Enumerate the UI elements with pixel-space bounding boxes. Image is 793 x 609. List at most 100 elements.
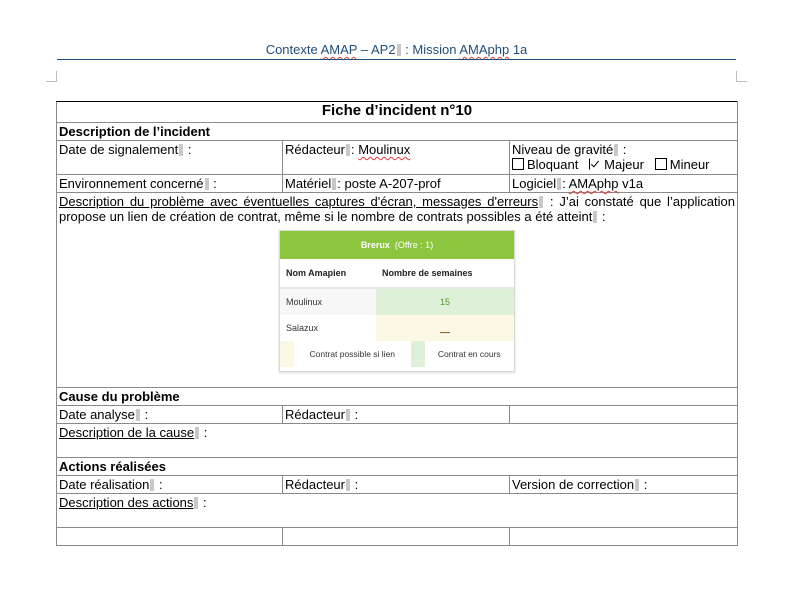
legend-current: Contrat en cours bbox=[437, 348, 501, 359]
field-marker bbox=[345, 144, 350, 156]
create-contract-link[interactable]: __ bbox=[440, 323, 450, 333]
value-materiel: poste A-207-prof bbox=[344, 176, 441, 191]
screenshot-title: Brerux bbox=[360, 240, 390, 250]
crop-mark-left bbox=[46, 71, 57, 82]
cell-date-analyse[interactable]: Date analyse : bbox=[56, 405, 283, 424]
embedded-screenshot: Brerux (Offre : 1) Nom Amapien Nombre de… bbox=[279, 230, 515, 372]
cell-logiciel[interactable]: Logiciel: AMAphp v1a bbox=[509, 174, 738, 193]
label-logiciel: Logiciel bbox=[512, 176, 557, 191]
page-header-title: Contexte AMAP – AP2 : Mission AMAphp 1a bbox=[57, 42, 736, 57]
checkbox-mineur[interactable] bbox=[654, 158, 667, 170]
header-middle: – AP2 bbox=[357, 42, 396, 57]
section-actions: Actions réalisées bbox=[56, 457, 738, 476]
label-date-signalement: Date de signalement bbox=[59, 142, 179, 157]
crop-mark-right bbox=[736, 71, 747, 82]
label-date-realisation: Date réalisation bbox=[59, 477, 150, 492]
field-marker bbox=[204, 178, 209, 190]
cell-redacteur-cause[interactable]: Rédacteur : bbox=[282, 405, 510, 424]
colon: : bbox=[155, 477, 163, 492]
section-cause: Cause du problème bbox=[56, 387, 738, 406]
field-marker bbox=[150, 479, 155, 491]
cell-description-actions[interactable]: Description des actions : bbox=[56, 493, 738, 528]
field-marker bbox=[539, 196, 544, 208]
value-redacteur: Moulinux bbox=[358, 142, 411, 157]
label-materiel: Matériel bbox=[285, 176, 332, 191]
value-logiciel-app: AMAphp bbox=[568, 176, 619, 191]
cell-description-probleme[interactable]: Description du problème avec éventuelles… bbox=[56, 192, 738, 388]
field-marker bbox=[614, 144, 619, 156]
label-niveau-gravite: Niveau de gravité bbox=[512, 142, 614, 157]
cell-description-cause[interactable]: Description de la cause : bbox=[56, 423, 738, 458]
label-description-cause: Description de la cause bbox=[59, 425, 195, 440]
label-majeur: Majeur bbox=[604, 157, 644, 172]
cell-redacteur-actions[interactable]: Rédacteur : bbox=[282, 475, 510, 494]
colon: : bbox=[598, 209, 606, 224]
value-logiciel-version: v1a bbox=[618, 176, 644, 191]
col-nom-amapien: Nom Amapien bbox=[280, 259, 376, 289]
cell-version-correction[interactable]: Version de correction : bbox=[509, 475, 738, 494]
label-redacteur: Rédacteur bbox=[285, 142, 345, 157]
colon: : bbox=[350, 477, 359, 492]
field-marker bbox=[593, 211, 598, 223]
colon: : bbox=[199, 495, 207, 510]
cell-redacteur[interactable]: Rédacteur: Moulinux bbox=[282, 140, 510, 175]
cell-empty[interactable] bbox=[509, 527, 738, 546]
colon: : bbox=[350, 407, 359, 422]
screenshot-table: Nom Amapien Nombre de semaines Moulinux … bbox=[280, 259, 514, 341]
label-redacteur: Rédacteur bbox=[285, 407, 345, 422]
legend-possible: Contrat possible si lien bbox=[309, 348, 396, 359]
header-amap: AMAP bbox=[320, 42, 358, 57]
cell-date-realisation[interactable]: Date réalisation : bbox=[56, 475, 283, 494]
table-row: Moulinux 15 bbox=[280, 288, 514, 315]
cell-date-signalement[interactable]: Date de signalement : bbox=[56, 140, 283, 175]
label-environnement: Environnement concerné bbox=[59, 176, 204, 191]
cell-empty[interactable] bbox=[282, 527, 510, 546]
colon: : bbox=[619, 142, 627, 157]
col-nombre-semaines: Nombre de semaines bbox=[376, 259, 514, 289]
cell-materiel[interactable]: Matériel: poste A-207-prof bbox=[282, 174, 510, 193]
cell-empty[interactable] bbox=[56, 527, 283, 546]
legend-swatch-possible bbox=[280, 341, 294, 367]
cell-weeks: 15 bbox=[376, 288, 514, 315]
table-row: Salazux __ bbox=[280, 315, 514, 341]
cell-name: Salazux bbox=[280, 315, 376, 341]
header-amaphp: AMAphp bbox=[459, 42, 510, 57]
form-title: Fiche d’incident n°10 bbox=[56, 101, 738, 123]
checkbox-majeur[interactable] bbox=[589, 158, 601, 170]
cell-weeks-link[interactable]: __ bbox=[376, 315, 514, 341]
colon: : bbox=[200, 425, 208, 440]
field-marker bbox=[557, 178, 562, 190]
label-mineur: Mineur bbox=[669, 157, 710, 172]
legend-swatch-current bbox=[410, 341, 425, 367]
label-bloquant: Bloquant bbox=[527, 157, 579, 172]
field-marker bbox=[135, 409, 140, 421]
cell-niveau-gravite[interactable]: Niveau de gravité : Bloquant Majeur Mine… bbox=[509, 140, 738, 175]
colon: : bbox=[640, 477, 648, 492]
incident-form-table: Fiche d’incident n°10 Description de l’i… bbox=[56, 101, 738, 546]
header-mission: : Mission bbox=[401, 42, 460, 57]
cell-empty[interactable] bbox=[509, 405, 738, 424]
header-rule bbox=[57, 59, 736, 60]
field-marker bbox=[194, 497, 199, 509]
colon: : bbox=[140, 407, 149, 422]
header-suffix: 1a bbox=[509, 42, 528, 57]
field-marker bbox=[195, 427, 200, 439]
field-marker bbox=[179, 144, 184, 156]
cell-environnement[interactable]: Environnement concerné : bbox=[56, 174, 283, 193]
cell-name: Moulinux bbox=[280, 288, 376, 315]
field-marker bbox=[345, 409, 350, 421]
field-marker bbox=[635, 479, 640, 491]
section-description: Description de l’incident bbox=[56, 122, 738, 141]
field-marker bbox=[396, 44, 401, 56]
checkbox-bloquant[interactable] bbox=[512, 158, 524, 170]
colon: : bbox=[209, 176, 217, 191]
screenshot-header: Brerux (Offre : 1) bbox=[280, 231, 514, 259]
label-date-analyse: Date analyse bbox=[59, 407, 135, 422]
screenshot-legend: Contrat possible si lien Contrat en cour… bbox=[280, 341, 514, 367]
screenshot-subtitle: (Offre : 1) bbox=[394, 240, 434, 250]
field-marker bbox=[345, 479, 350, 491]
label-version-correction: Version de correction bbox=[512, 477, 635, 492]
field-marker bbox=[332, 178, 337, 190]
label-redacteur: Rédacteur bbox=[285, 477, 345, 492]
colon: : bbox=[184, 142, 192, 157]
